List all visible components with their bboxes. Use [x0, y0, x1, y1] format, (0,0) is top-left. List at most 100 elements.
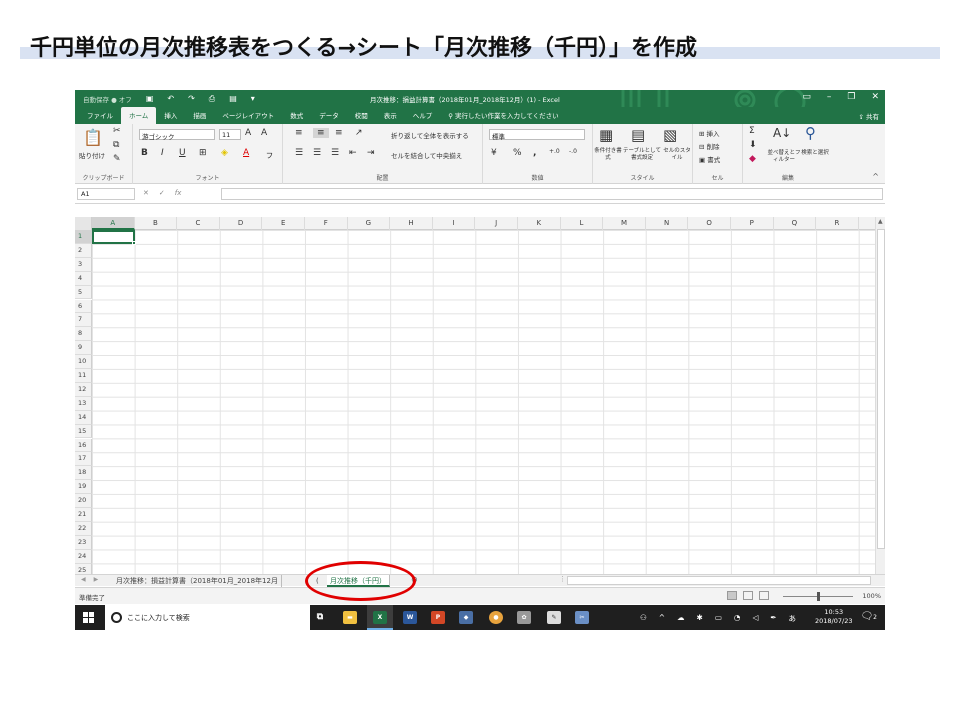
- align-top-icon[interactable]: ≡: [295, 128, 303, 138]
- decrease-font-icon[interactable]: A: [261, 128, 267, 138]
- scroll-up-icon[interactable]: ▲: [878, 218, 883, 225]
- row-header[interactable]: 23: [75, 535, 92, 550]
- delete-cells-button[interactable]: ⊟ 削除: [699, 141, 720, 151]
- column-header[interactable]: C: [177, 217, 220, 230]
- zoom-knob[interactable]: [817, 592, 820, 601]
- enter-icon[interactable]: ✓: [159, 189, 165, 197]
- align-left-icon[interactable]: ☰: [295, 148, 303, 158]
- tab-formulas[interactable]: 数式: [282, 107, 311, 124]
- column-header[interactable]: H: [390, 217, 433, 230]
- tab-insert[interactable]: 挿入: [156, 107, 185, 124]
- row-header[interactable]: 19: [75, 480, 92, 495]
- row-header[interactable]: 21: [75, 508, 92, 522]
- select-all-corner[interactable]: [75, 217, 92, 230]
- tab-review[interactable]: 校閲: [347, 107, 376, 124]
- volume-icon[interactable]: ◁: [752, 613, 758, 624]
- row-header[interactable]: 18: [75, 466, 92, 481]
- row-header[interactable]: 1: [75, 230, 92, 244]
- copy-icon[interactable]: ⧉: [113, 140, 119, 150]
- collapse-ribbon-icon[interactable]: ^: [872, 172, 879, 181]
- column-header[interactable]: I: [433, 217, 476, 230]
- task-view-icon[interactable]: ⧉: [313, 611, 327, 624]
- format-as-table-button[interactable]: テーブルとして書式設定: [623, 148, 661, 162]
- row-header[interactable]: 20: [75, 494, 92, 508]
- row-header[interactable]: 24: [75, 549, 92, 564]
- increase-font-icon[interactable]: A: [245, 128, 251, 138]
- column-header[interactable]: L: [561, 217, 604, 230]
- customize-qat-icon[interactable]: ▾: [251, 94, 255, 104]
- battery-icon[interactable]: ▭: [715, 613, 722, 624]
- merge-center-button[interactable]: セルを結合して中央揃え: [391, 150, 462, 160]
- row-header[interactable]: 3: [75, 257, 92, 272]
- horizontal-scrollbar[interactable]: [567, 576, 871, 585]
- row-header[interactable]: 16: [75, 438, 92, 453]
- sort-filter-icon[interactable]: A↓: [773, 126, 791, 140]
- share-button[interactable]: ⇪ 共有: [858, 111, 879, 121]
- minimize-icon[interactable]: –: [827, 92, 832, 102]
- tab-data[interactable]: データ: [311, 107, 347, 124]
- tell-me-search[interactable]: ⚲ 実行したい作業を入力してください: [440, 107, 566, 124]
- sheet-next-icon[interactable]: ▶: [94, 576, 99, 583]
- find-icon[interactable]: ⚲: [805, 124, 816, 142]
- tab-split-handle[interactable]: ⋮: [559, 575, 566, 583]
- italic-icon[interactable]: I: [161, 148, 164, 158]
- fill-color-icon[interactable]: ◈: [221, 148, 228, 158]
- align-bottom-icon[interactable]: ≡: [335, 128, 343, 138]
- cell-area[interactable]: [92, 230, 875, 577]
- tab-view[interactable]: 表示: [376, 107, 405, 124]
- row-header[interactable]: 2: [75, 243, 92, 258]
- row-header[interactable]: 12: [75, 382, 92, 397]
- comma-style-icon[interactable]: ,: [533, 148, 536, 158]
- app-icon[interactable]: ◆: [459, 611, 473, 624]
- column-header[interactable]: D: [220, 217, 263, 230]
- decrease-decimal-icon[interactable]: -.0: [569, 148, 577, 155]
- bold-icon[interactable]: B: [141, 148, 148, 158]
- clear-icon[interactable]: ◆: [749, 154, 756, 164]
- form-icon[interactable]: ▤: [229, 94, 237, 104]
- wrap-text-button[interactable]: 折り返して全体を表示する: [391, 130, 469, 140]
- paint-icon[interactable]: ✿: [517, 611, 531, 624]
- sheet-prev-icon[interactable]: ◀: [81, 576, 86, 583]
- column-header[interactable]: P: [731, 217, 774, 230]
- save-icon[interactable]: ▣: [146, 94, 154, 104]
- fill-handle[interactable]: [132, 241, 136, 245]
- row-header[interactable]: 10: [75, 355, 92, 369]
- chrome-icon[interactable]: ●: [489, 611, 503, 624]
- people-icon[interactable]: ⚇: [640, 613, 647, 624]
- cell-styles-icon[interactable]: ▧: [663, 126, 677, 144]
- orientation-icon[interactable]: ↗: [355, 128, 363, 138]
- close-icon[interactable]: ✕: [871, 92, 879, 102]
- conditional-formatting-icon[interactable]: ▦: [599, 126, 613, 144]
- sort-filter-button[interactable]: 並べ替えとフィルター: [767, 150, 801, 164]
- pen-icon[interactable]: ✒: [770, 613, 776, 624]
- percent-icon[interactable]: %: [513, 148, 522, 158]
- accounting-format-icon[interactable]: ¥: [491, 148, 497, 158]
- format-painter-icon[interactable]: ✎: [113, 154, 121, 164]
- bluetooth-icon[interactable]: ✱: [697, 613, 703, 624]
- row-header[interactable]: 4: [75, 271, 92, 286]
- notepad-icon[interactable]: ✎: [547, 611, 561, 624]
- row-header[interactable]: 7: [75, 313, 92, 328]
- column-header[interactable]: Q: [774, 217, 817, 230]
- font-name-select[interactable]: 游ゴシック: [139, 129, 215, 141]
- column-header[interactable]: G: [348, 217, 391, 230]
- cut-icon[interactable]: ✂: [113, 126, 121, 136]
- tab-help[interactable]: ヘルプ: [405, 107, 441, 124]
- row-header[interactable]: 15: [75, 424, 92, 439]
- action-center-icon[interactable]: 🗨2: [860, 611, 877, 622]
- format-as-table-icon[interactable]: ▤: [631, 126, 645, 144]
- powerpoint-icon[interactable]: P: [431, 611, 445, 624]
- row-header[interactable]: 6: [75, 299, 92, 314]
- column-header[interactable]: E: [262, 217, 305, 230]
- tab-file[interactable]: ファイル: [79, 107, 121, 124]
- redo-icon[interactable]: ↷: [188, 94, 195, 104]
- tab-home[interactable]: ホーム: [121, 107, 157, 124]
- font-color-icon[interactable]: A: [243, 148, 249, 158]
- borders-icon[interactable]: ⊞: [199, 148, 207, 158]
- underline-icon[interactable]: U: [179, 148, 186, 158]
- column-header[interactable]: B: [135, 217, 178, 230]
- name-box[interactable]: A1: [77, 188, 135, 200]
- formula-input[interactable]: [221, 188, 883, 200]
- autosum-icon[interactable]: Σ: [749, 126, 755, 136]
- tab-draw[interactable]: 描画: [185, 107, 214, 124]
